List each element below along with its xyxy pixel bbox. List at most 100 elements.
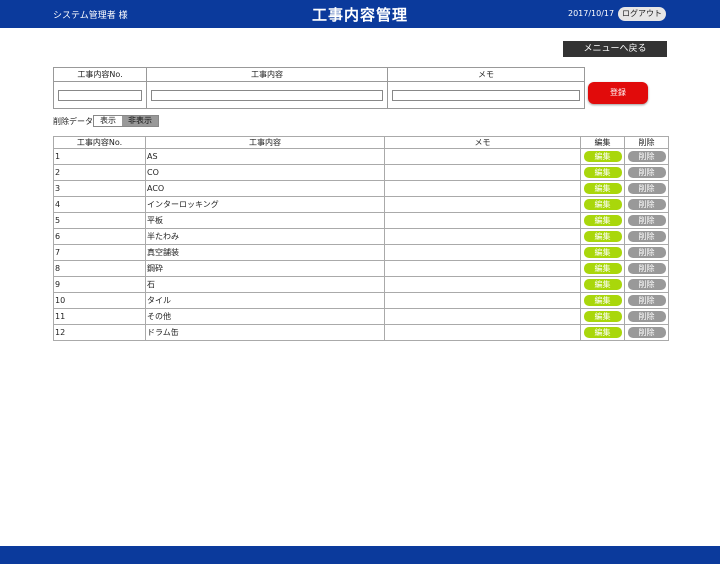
row-delete-cell: 削除	[624, 228, 669, 245]
table-row: 3 ACO 編集 削除	[53, 180, 669, 197]
row-delete-cell: 削除	[624, 292, 669, 309]
row-edit-cell: 編集	[580, 180, 625, 197]
row-edit-cell: 編集	[580, 292, 625, 309]
table-row: 7 真空舗装 編集 削除	[53, 244, 669, 261]
row-name: AS	[145, 148, 385, 165]
table-row: 4 インターロッキング 編集 削除	[53, 196, 669, 213]
table-row: 10 タイル 編集 削除	[53, 292, 669, 309]
row-no: 12	[53, 324, 146, 341]
row-memo	[384, 244, 581, 261]
delete-button[interactable]: 削除	[627, 295, 666, 306]
delete-button[interactable]: 削除	[627, 279, 666, 290]
row-edit-cell: 編集	[580, 244, 625, 261]
row-memo	[384, 180, 581, 197]
row-no: 7	[53, 244, 146, 261]
app-footer	[0, 546, 720, 564]
deleted-data-label: 削除データ	[53, 116, 93, 126]
row-edit-cell: 編集	[580, 212, 625, 229]
delete-button[interactable]: 削除	[627, 247, 666, 258]
entry-header-name: 工事内容	[146, 67, 388, 82]
row-edit-cell: 編集	[580, 276, 625, 293]
row-delete-cell: 削除	[624, 164, 669, 181]
row-edit-cell: 編集	[580, 164, 625, 181]
deleted-data-toggle: 表示 非表示	[93, 115, 159, 127]
delete-button[interactable]: 削除	[627, 199, 666, 210]
edit-button[interactable]: 編集	[583, 167, 622, 178]
edit-button[interactable]: 編集	[583, 295, 622, 306]
row-name: ACO	[145, 180, 385, 197]
entry-cell-no	[53, 81, 147, 109]
current-date: 2017/10/17	[568, 9, 615, 18]
row-name: CO	[145, 164, 385, 181]
logout-button[interactable]: ログアウト	[618, 7, 666, 21]
edit-button[interactable]: 編集	[583, 263, 622, 274]
row-name: 石	[145, 276, 385, 293]
row-name: その他	[145, 308, 385, 325]
deleted-data-filter: 削除データ 表示 非表示	[53, 115, 159, 127]
row-name: ドラム缶	[145, 324, 385, 341]
name-input[interactable]	[151, 89, 383, 101]
row-delete-cell: 削除	[624, 148, 669, 165]
entry-form: 工事内容No. 工事内容 メモ	[53, 67, 585, 109]
entry-cell-memo	[387, 81, 585, 109]
delete-button[interactable]: 削除	[627, 327, 666, 338]
row-no: 2	[53, 164, 146, 181]
row-memo	[384, 324, 581, 341]
table-row: 1 AS 編集 削除	[53, 148, 669, 165]
table-row: 2 CO 編集 削除	[53, 164, 669, 181]
edit-button[interactable]: 編集	[583, 183, 622, 194]
delete-button[interactable]: 削除	[627, 183, 666, 194]
col-header-delete: 削除	[624, 136, 669, 149]
back-to-menu-button[interactable]: メニューへ戻る	[563, 41, 667, 57]
row-memo	[384, 164, 581, 181]
delete-button[interactable]: 削除	[627, 231, 666, 242]
table-row: 11 その他 編集 削除	[53, 308, 669, 325]
row-no: 10	[53, 292, 146, 309]
delete-button[interactable]: 削除	[627, 167, 666, 178]
row-memo	[384, 228, 581, 245]
row-name: 鋼砕	[145, 260, 385, 277]
col-header-edit: 編集	[580, 136, 625, 149]
row-edit-cell: 編集	[580, 260, 625, 277]
row-no: 5	[53, 212, 146, 229]
memo-input[interactable]	[392, 89, 580, 101]
col-header-no: 工事内容No.	[53, 136, 146, 149]
entry-cell-name	[146, 81, 388, 109]
row-memo	[384, 308, 581, 325]
edit-button[interactable]: 編集	[583, 279, 622, 290]
edit-button[interactable]: 編集	[583, 247, 622, 258]
row-no: 1	[53, 148, 146, 165]
row-no: 3	[53, 180, 146, 197]
entry-header-memo: メモ	[387, 67, 585, 82]
table-row: 9 石 編集 削除	[53, 276, 669, 293]
row-name: 平板	[145, 212, 385, 229]
table-row: 8 鋼砕 編集 削除	[53, 260, 669, 277]
row-delete-cell: 削除	[624, 308, 669, 325]
row-no: 9	[53, 276, 146, 293]
delete-button[interactable]: 削除	[627, 263, 666, 274]
show-deleted-option[interactable]: 表示	[94, 116, 122, 126]
hide-deleted-option[interactable]: 非表示	[122, 116, 158, 126]
row-name: 半たわみ	[145, 228, 385, 245]
delete-button[interactable]: 削除	[627, 215, 666, 226]
row-delete-cell: 削除	[624, 212, 669, 229]
app-header: システム管理者 様 工事内容管理 2017/10/17 ログアウト	[0, 0, 720, 28]
row-edit-cell: 編集	[580, 308, 625, 325]
delete-button[interactable]: 削除	[627, 311, 666, 322]
row-delete-cell: 削除	[624, 324, 669, 341]
no-input[interactable]	[58, 89, 142, 101]
edit-button[interactable]: 編集	[583, 151, 622, 162]
content-table: 工事内容No. 工事内容 メモ 編集 削除 1 AS 編集 削除 2 CO 編集 削除 3 ACO…	[53, 136, 669, 341]
edit-button[interactable]: 編集	[583, 215, 622, 226]
delete-button[interactable]: 削除	[627, 151, 666, 162]
edit-button[interactable]: 編集	[583, 231, 622, 242]
row-memo	[384, 260, 581, 277]
row-no: 4	[53, 196, 146, 213]
row-name: インターロッキング	[145, 196, 385, 213]
edit-button[interactable]: 編集	[583, 327, 622, 338]
row-delete-cell: 削除	[624, 260, 669, 277]
row-name: タイル	[145, 292, 385, 309]
edit-button[interactable]: 編集	[583, 199, 622, 210]
register-button[interactable]: 登録	[588, 82, 648, 104]
edit-button[interactable]: 編集	[583, 311, 622, 322]
